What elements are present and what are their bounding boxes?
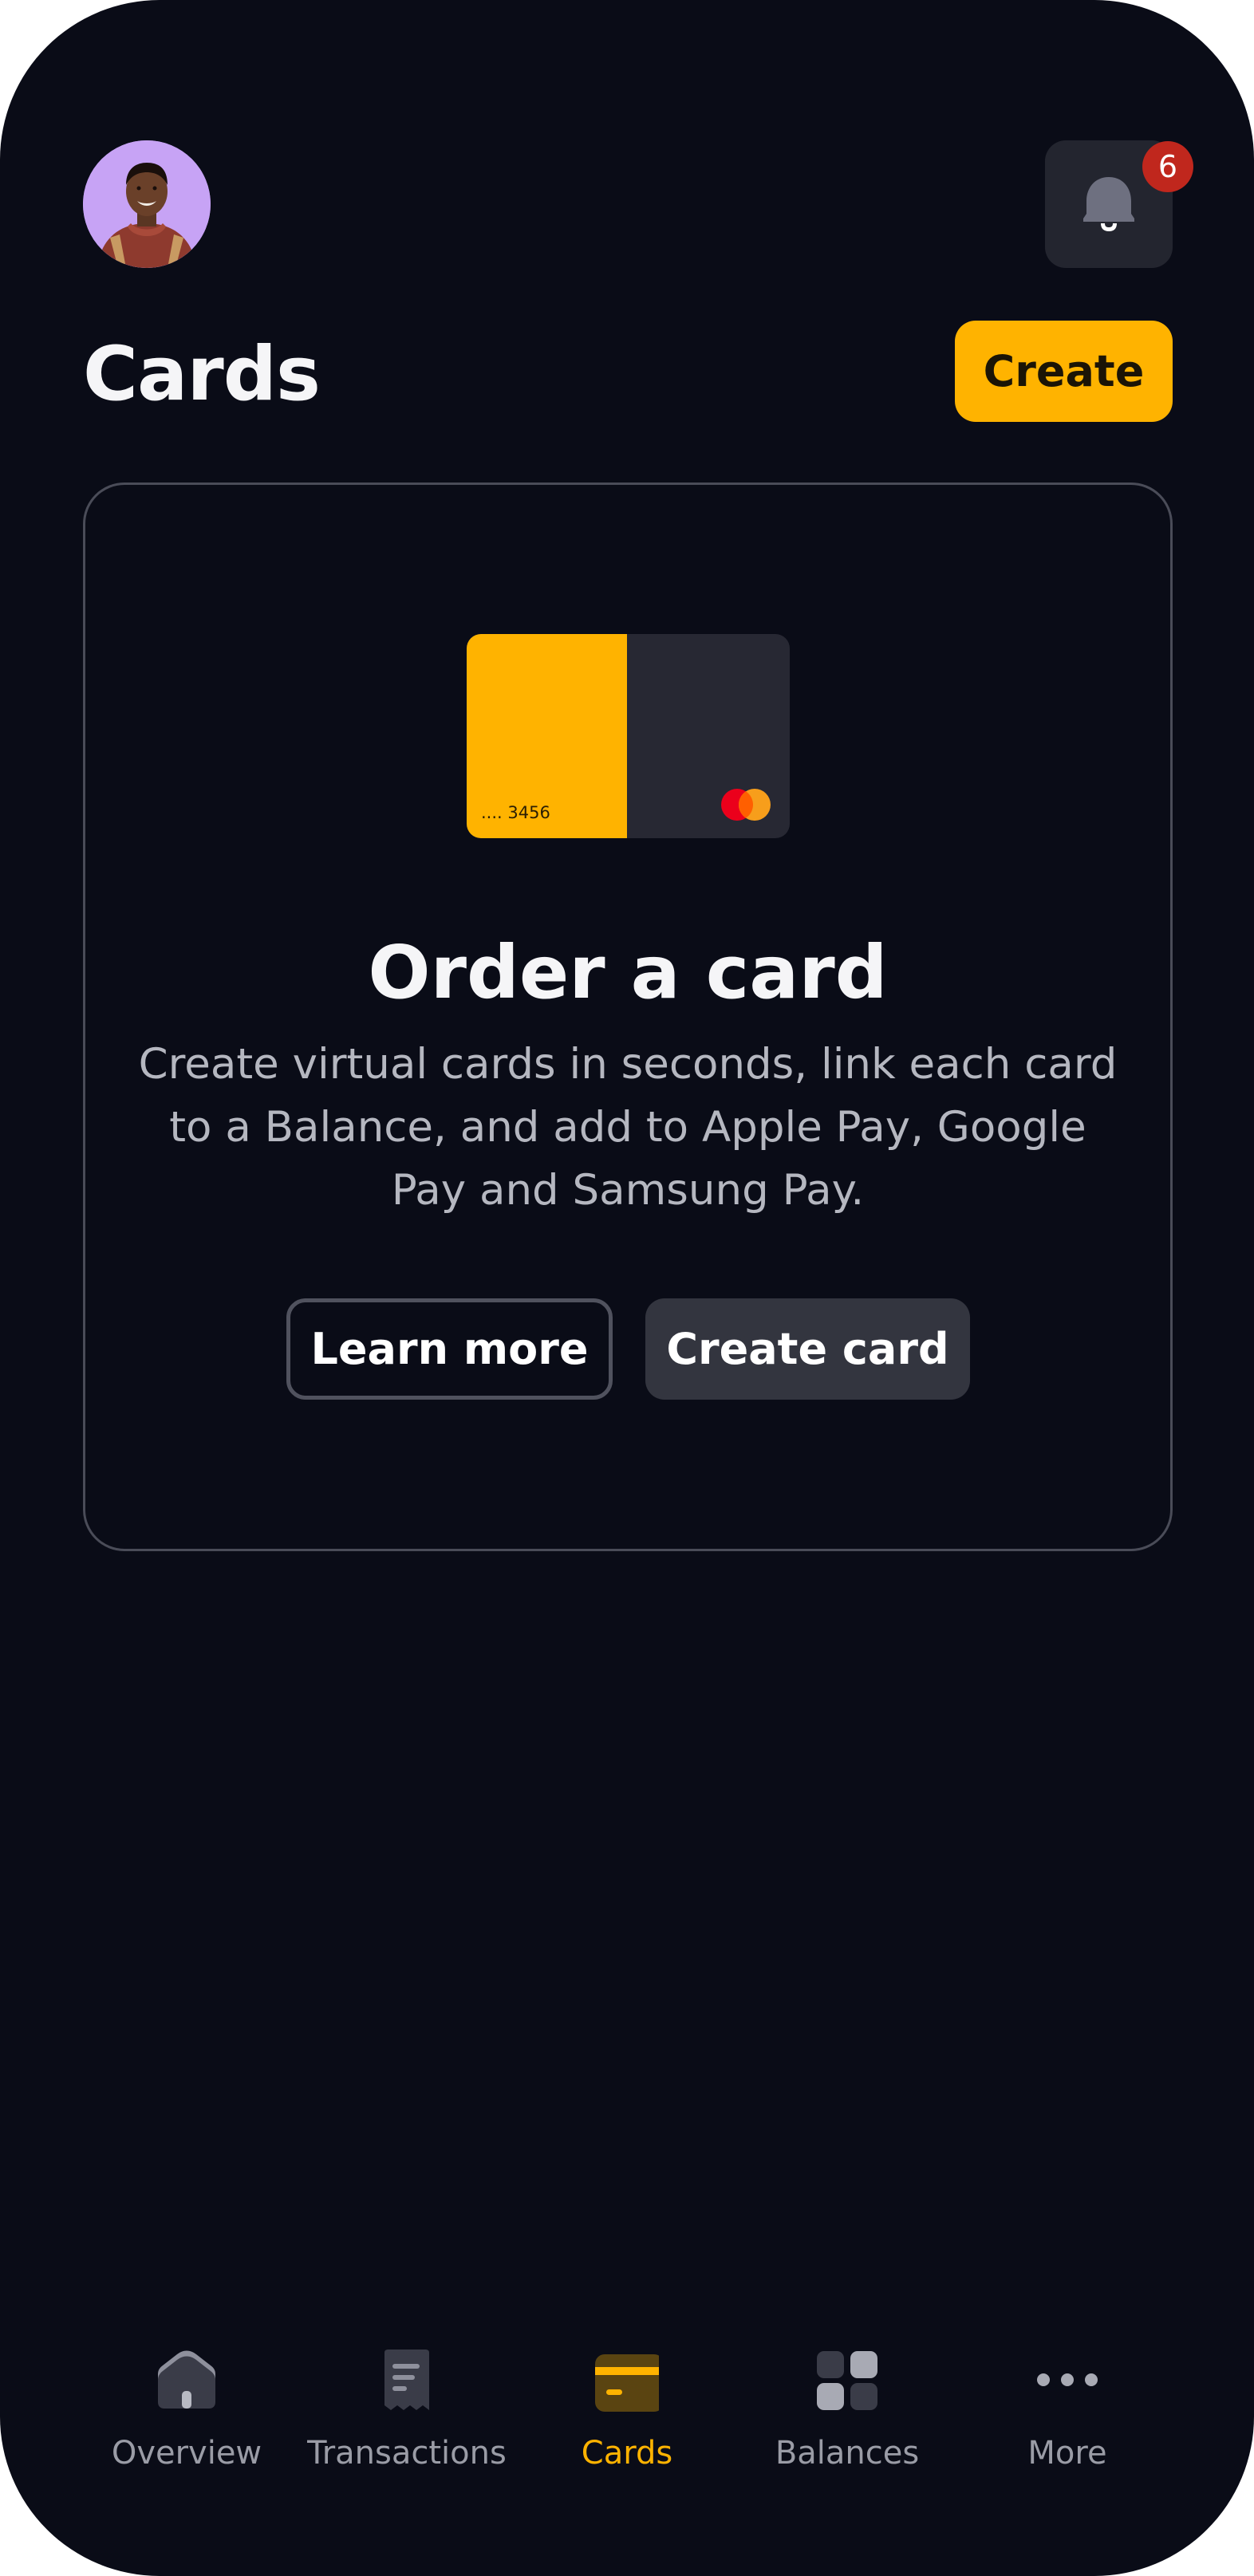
nav-label: Cards: [581, 2435, 673, 2472]
nav-label: Overview: [111, 2435, 262, 2472]
nav-item-cards[interactable]: Cards: [517, 2329, 737, 2488]
bottom-navigation: Overview Transactions Cards Balances Mor…: [0, 2329, 1254, 2488]
app-screen: 6 Cards Create .... 3456 Order a card Cr…: [0, 0, 1254, 2576]
nav-item-transactions[interactable]: Transactions: [297, 2329, 517, 2488]
nav-label: Balances: [775, 2435, 920, 2472]
nav-item-balances[interactable]: Balances: [737, 2329, 957, 2488]
nav-label: Transactions: [307, 2435, 507, 2472]
bell-icon: [1083, 177, 1134, 231]
receipt-icon: [384, 2350, 429, 2410]
grid-icon: [817, 2351, 877, 2410]
card-icon: [595, 2354, 659, 2412]
more-dots-icon: [1037, 2373, 1098, 2386]
panel-description: Create virtual cards in seconds, link ea…: [138, 1040, 1118, 1215]
home-icon: [158, 2350, 215, 2409]
card-illustration: .... 3456: [467, 634, 790, 838]
avatar[interactable]: [83, 140, 211, 268]
create-button[interactable]: Create: [955, 321, 1173, 422]
card-number: .... 3456: [481, 803, 550, 822]
page-title: Cards: [83, 331, 321, 418]
learn-more-button[interactable]: Learn more: [286, 1298, 613, 1400]
panel-heading: Order a card: [368, 930, 888, 1015]
create-card-button[interactable]: Create card: [645, 1298, 970, 1400]
nav-item-overview[interactable]: Overview: [77, 2329, 297, 2488]
nav-item-more[interactable]: More: [957, 2329, 1177, 2488]
nav-label: More: [1027, 2435, 1107, 2472]
notification-count-badge: 6: [1142, 141, 1193, 192]
profile-photo-icon: [83, 140, 211, 268]
mastercard-logo-icon: [721, 789, 771, 821]
